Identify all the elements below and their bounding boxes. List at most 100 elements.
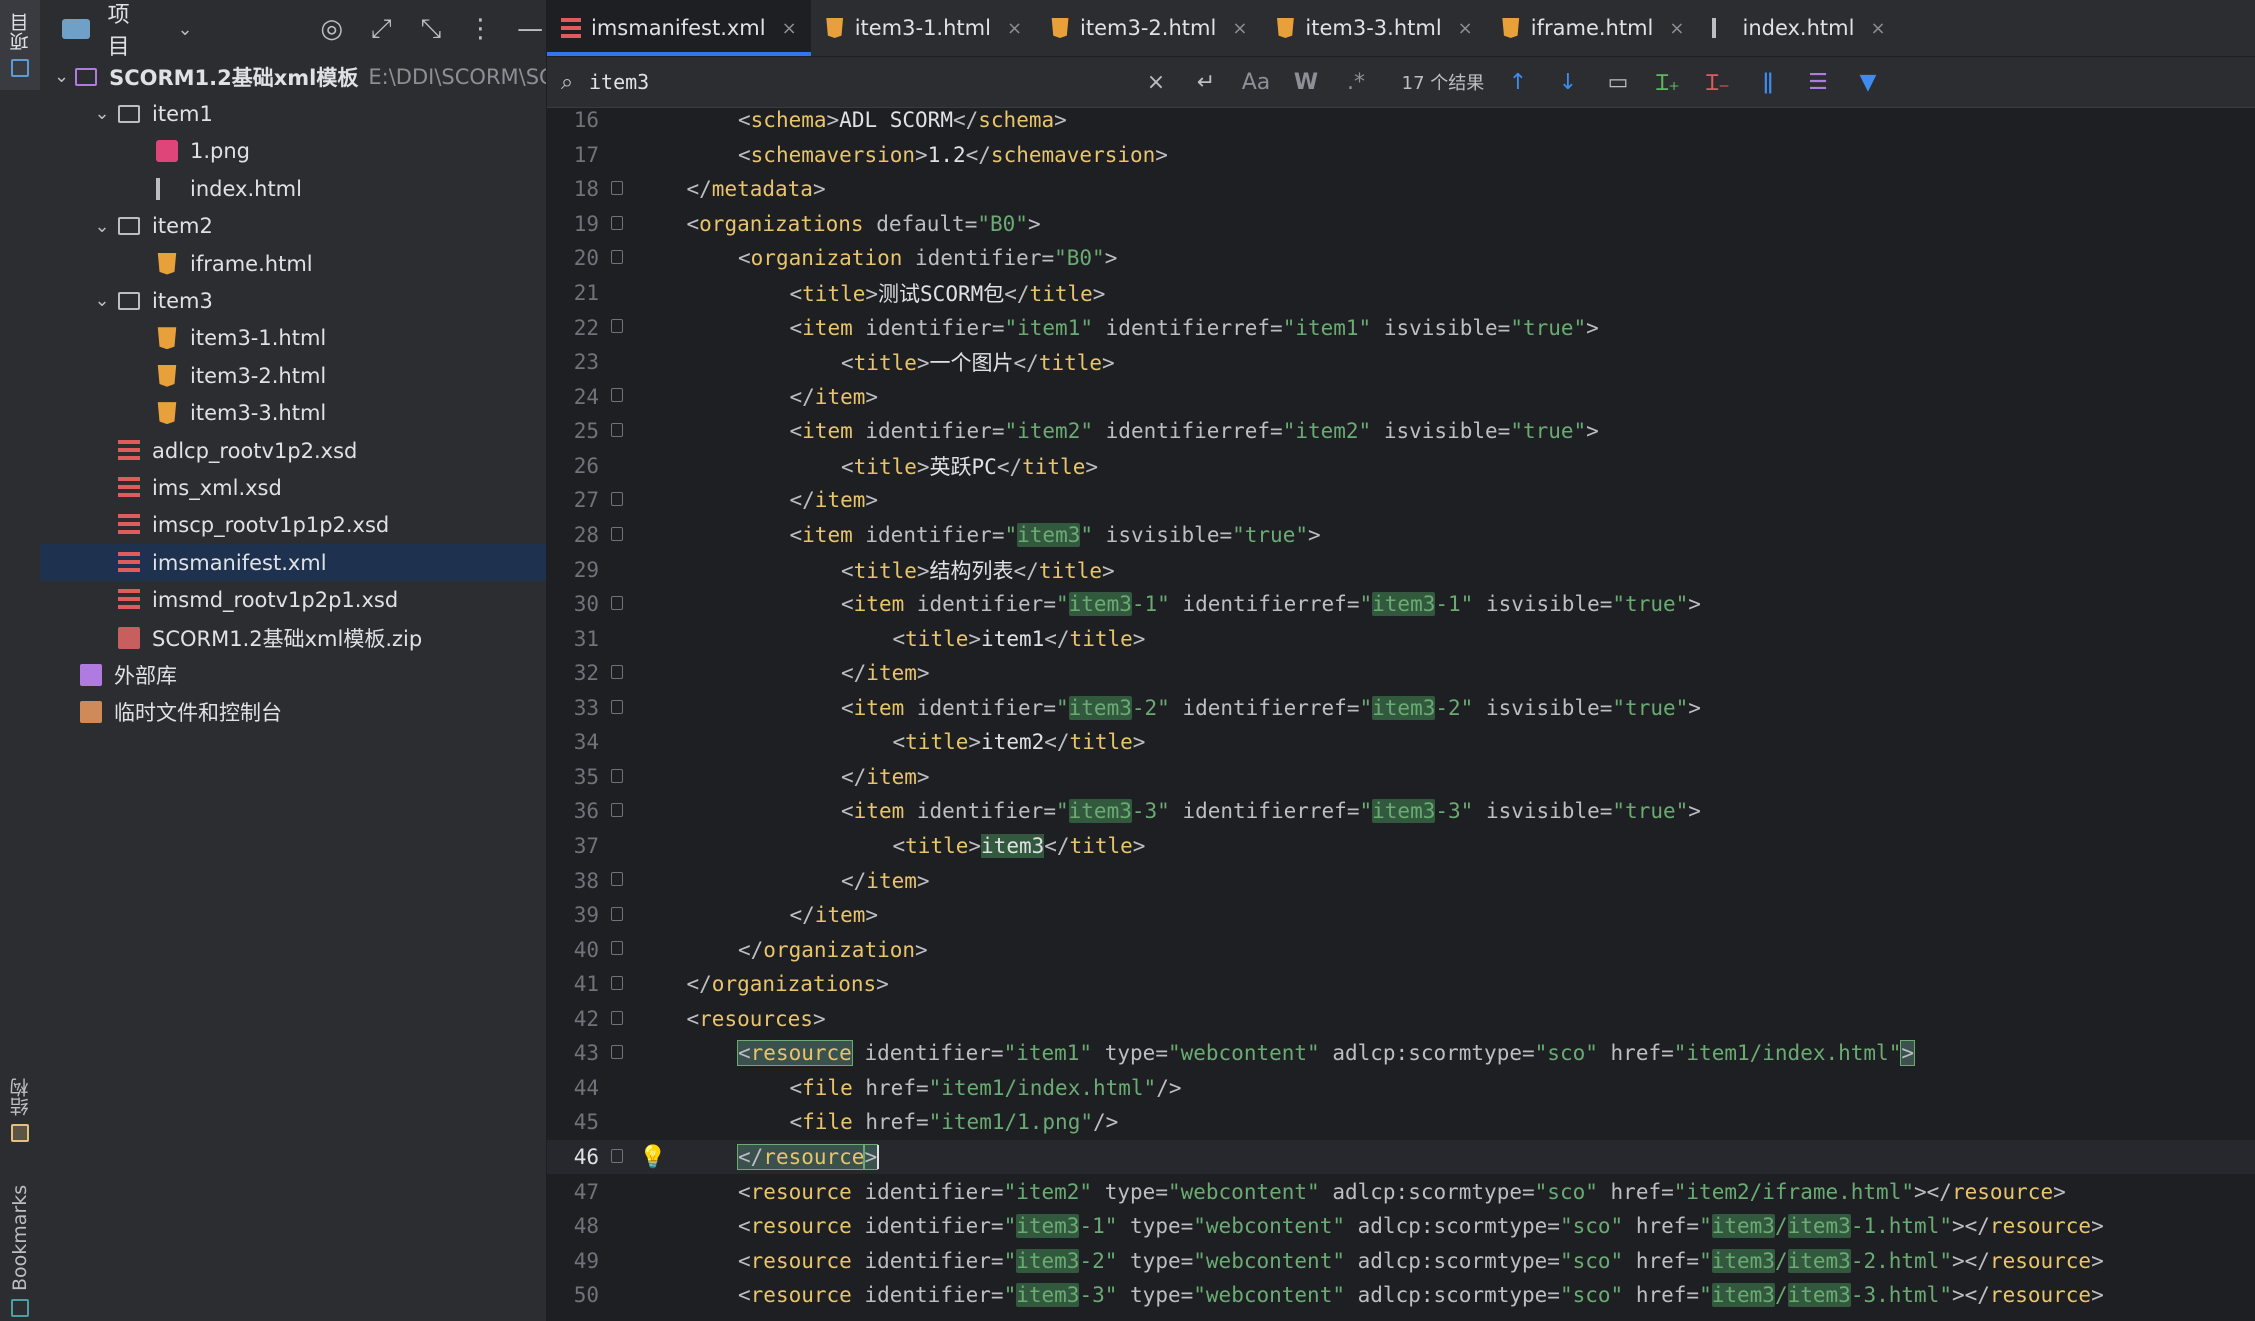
- gutter[interactable]: [599, 691, 673, 726]
- tree-item[interactable]: adlcp_rootv1p2.xsd: [40, 432, 546, 469]
- fold-marker-icon[interactable]: [611, 181, 623, 196]
- chevron-down-icon[interactable]: ⌄: [169, 19, 201, 40]
- editor-tab[interactable]: item3-3.html ×: [1261, 0, 1486, 56]
- gutter[interactable]: [599, 138, 673, 173]
- locate-file-icon[interactable]: ◎: [316, 14, 348, 44]
- code-line[interactable]: 29 <title>结构列表</title>: [547, 552, 2255, 587]
- tree-item[interactable]: imsmanifest.xml: [40, 544, 546, 582]
- fold-marker-icon[interactable]: [611, 526, 623, 541]
- gutter[interactable]: [599, 621, 673, 656]
- filter-search-icon[interactable]: ☰: [1793, 70, 1843, 95]
- code-line[interactable]: 16 <schema>ADL SCORM</schema>: [547, 107, 2255, 138]
- fold-marker-icon[interactable]: [611, 595, 623, 610]
- gutter[interactable]: [599, 345, 673, 380]
- clear-search-icon[interactable]: ×: [1131, 70, 1181, 95]
- editor-tab[interactable]: item3-2.html ×: [1036, 0, 1261, 56]
- tree-item[interactable]: ⌄ SCORM1.2基础xml模板 E:\DDI\SCORM\SC: [40, 58, 546, 95]
- code-line[interactable]: 21 <title>测试SCORM包</title>: [547, 276, 2255, 311]
- editor-tab[interactable]: index.html ×: [1698, 0, 1899, 56]
- fold-marker-icon[interactable]: [611, 976, 623, 990]
- code-line[interactable]: 30 <item identifier="item3-1" identifierr…: [547, 587, 2255, 622]
- chevron-down-icon[interactable]: ⌄: [92, 103, 112, 124]
- tree-item[interactable]: ims_xml.xsd: [40, 469, 546, 506]
- chevron-down-icon[interactable]: ⌄: [92, 216, 112, 237]
- fold-marker-icon[interactable]: [611, 906, 623, 921]
- previous-match-icon[interactable]: ↑: [1493, 70, 1543, 95]
- editor-tab[interactable]: item3-1.html ×: [811, 0, 1036, 56]
- code-line[interactable]: 26 <title>英跃PC</title>: [547, 449, 2255, 484]
- fold-marker-icon[interactable]: [611, 423, 623, 438]
- open-in-window-icon[interactable]: ▭: [1593, 70, 1643, 95]
- gutter[interactable]: [599, 1071, 673, 1106]
- tree-item[interactable]: imscp_rootv1p1p2.xsd: [40, 507, 546, 544]
- next-match-icon[interactable]: ↓: [1543, 70, 1593, 95]
- gutter[interactable]: [599, 414, 673, 449]
- gutter[interactable]: [599, 276, 673, 311]
- editor-tab[interactable]: iframe.html ×: [1487, 0, 1699, 56]
- code-line[interactable]: 17 <schemaversion>1.2</schemaversion>: [547, 138, 2255, 173]
- tree-item[interactable]: 1.png: [40, 133, 546, 170]
- close-tab-icon[interactable]: ×: [1669, 18, 1684, 39]
- chevron-down-icon[interactable]: ⌄: [54, 66, 69, 87]
- gutter[interactable]: [599, 483, 673, 518]
- regex-button[interactable]: .*: [1331, 70, 1381, 95]
- gutter[interactable]: [599, 725, 673, 760]
- close-tab-icon[interactable]: ×: [1870, 18, 1885, 39]
- code-line[interactable]: 23 <title>一个图片</title>: [547, 345, 2255, 380]
- tree-item[interactable]: item3-1.html: [40, 320, 546, 357]
- close-tab-icon[interactable]: ×: [1007, 18, 1022, 39]
- gutter[interactable]: [599, 552, 673, 587]
- code-editor[interactable]: 16 <schema>ADL SCORM</schema> 17 <schemaver…: [547, 107, 2255, 1321]
- close-tab-icon[interactable]: ×: [1232, 18, 1247, 39]
- fold-marker-icon[interactable]: [611, 319, 623, 334]
- project-tool-tab[interactable]: 项目: [0, 0, 40, 90]
- tree-item[interactable]: item3-3.html: [40, 395, 546, 432]
- code-line[interactable]: 35 </item>: [547, 760, 2255, 795]
- bookmarks-tool-tab[interactable]: Bookmarks: [0, 1180, 40, 1321]
- gutter[interactable]: [599, 1174, 673, 1209]
- fold-marker-icon[interactable]: [611, 768, 623, 783]
- gutter[interactable]: [599, 107, 673, 138]
- gutter[interactable]: [599, 863, 673, 898]
- gutter[interactable]: [599, 1105, 673, 1140]
- gutter[interactable]: [599, 1278, 673, 1313]
- gutter[interactable]: [599, 172, 673, 207]
- gutter[interactable]: [599, 241, 673, 276]
- whole-words-button[interactable]: W: [1281, 70, 1331, 95]
- remove-selection-icon[interactable]: Ɪ₋: [1693, 67, 1743, 97]
- gutter[interactable]: [599, 207, 673, 242]
- gutter[interactable]: [599, 967, 673, 1002]
- code-line[interactable]: 48 <resource identifier="item3-1" type="w…: [547, 1209, 2255, 1244]
- close-tab-icon[interactable]: ×: [782, 18, 797, 39]
- gutter[interactable]: [599, 310, 673, 345]
- fold-marker-icon[interactable]: [611, 872, 623, 887]
- fold-marker-icon[interactable]: [611, 388, 623, 403]
- code-line[interactable]: 36 <item identifier="item3-3" identifierr…: [547, 794, 2255, 829]
- code-line[interactable]: 43 <resource identifier="item1" type="web…: [547, 1036, 2255, 1071]
- code-line[interactable]: 38 </item>: [547, 863, 2255, 898]
- code-line[interactable]: 20 <organization identifier="B0">: [547, 241, 2255, 276]
- new-line-icon[interactable]: ↵: [1181, 70, 1231, 95]
- gutter[interactable]: [599, 518, 673, 553]
- project-view-selector[interactable]: 项目: [108, 0, 152, 61]
- gutter[interactable]: 💡: [599, 1140, 673, 1175]
- match-case-button[interactable]: Aa: [1231, 70, 1281, 95]
- tree-item[interactable]: ⌄ item2: [40, 208, 546, 245]
- code-line[interactable]: 34 <title>item2</title>: [547, 725, 2255, 760]
- code-line[interactable]: 25 <item identifier="item2" identifierref…: [547, 414, 2255, 449]
- gutter[interactable]: [599, 932, 673, 967]
- code-line[interactable]: 28 <item identifier="item3" isvisible="tr…: [547, 518, 2255, 553]
- gutter[interactable]: [599, 1002, 673, 1037]
- code-line[interactable]: 37 <title>item3</title>: [547, 829, 2255, 864]
- fold-marker-icon[interactable]: [611, 250, 623, 265]
- gutter[interactable]: [599, 1243, 673, 1278]
- fold-marker-icon[interactable]: [611, 1045, 623, 1060]
- fold-marker-icon[interactable]: [611, 941, 623, 956]
- fold-marker-icon[interactable]: [611, 699, 623, 714]
- code-line[interactable]: 50 <resource identifier="item3-3" type="w…: [547, 1278, 2255, 1313]
- collapse-all-icon[interactable]: ⤡: [415, 14, 447, 45]
- tree-item[interactable]: iframe.html: [40, 245, 546, 282]
- chevron-down-icon[interactable]: ⌄: [92, 290, 112, 311]
- code-line[interactable]: 32 </item>: [547, 656, 2255, 691]
- code-line[interactable]: 42 <resources>: [547, 1002, 2255, 1037]
